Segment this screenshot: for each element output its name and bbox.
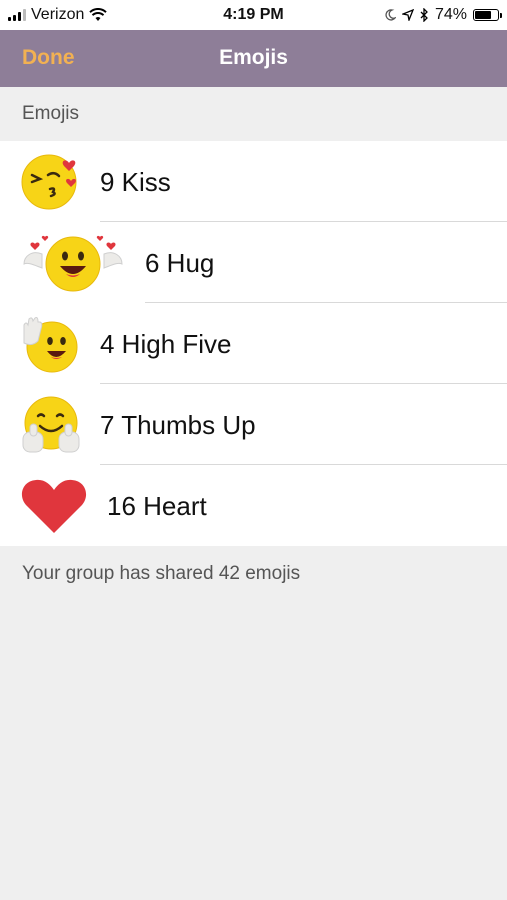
thumbs-up-emoji-icon: [22, 396, 80, 453]
high-five-emoji-icon: [23, 317, 78, 373]
status-bar: Verizon 4:19 PM 74%: [0, 0, 507, 30]
list-item-label: 16 Heart: [107, 491, 207, 521]
kiss-emoji-icon: [21, 154, 77, 210]
shared-count-text: Your group has shared 42 emojis: [22, 563, 301, 584]
section-header: Emojis: [22, 103, 80, 124]
heart-icon: [21, 479, 87, 533]
list-item-label: 9 Kiss: [100, 167, 171, 197]
status-right: 74%: [384, 6, 502, 24]
list-item[interactable]: 4 High Five: [0, 303, 507, 384]
emoji-list: 9 Kiss 6 Hug 4 High Five 7 Thumbs Up 16 …: [0, 141, 507, 546]
location-arrow-icon: [401, 9, 414, 21]
list-item[interactable]: 7 Thumbs Up: [0, 384, 507, 465]
list-item[interactable]: 9 Kiss: [0, 141, 507, 222]
hug-emoji-icon: [23, 235, 123, 292]
battery-icon: [473, 9, 502, 21]
list-item-label: 7 Thumbs Up: [100, 410, 256, 440]
moon-icon: [385, 9, 396, 21]
page-title: Emojis: [219, 46, 288, 69]
list-item[interactable]: 6 Hug: [0, 222, 507, 303]
battery-percent: 74%: [434, 6, 467, 23]
list-item-label: 4 High Five: [100, 329, 232, 359]
list-item[interactable]: 16 Heart: [0, 465, 507, 546]
navigation-bar: Done Emojis: [0, 30, 507, 87]
bluetooth-icon: [420, 8, 428, 22]
list-item-label: 6 Hug: [145, 248, 215, 278]
